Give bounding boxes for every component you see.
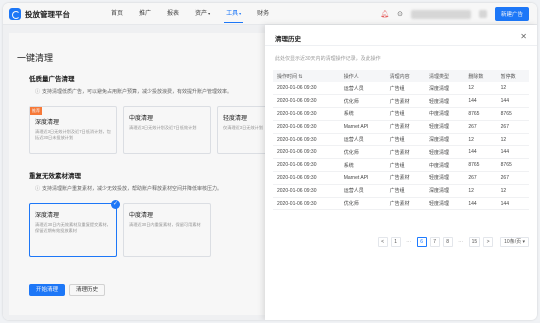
table-cell: 267 (496, 171, 529, 185)
table-cell: 8765 (496, 107, 529, 121)
table-cell: 2020-01-06 09:30 (273, 184, 340, 198)
table-cell: 广告素材 (385, 197, 425, 211)
table-header-row: 操作时间 ⇅ 操作人 清理内容 清理类型 删除数 暂停数 (273, 70, 529, 82)
table-row: 2020-01-06 09:30 系统 广告组 中度清理 8765 8765 (273, 158, 529, 173)
table-cell: 144 (496, 145, 529, 160)
prev-page-button[interactable]: < (377, 237, 388, 247)
column-header: 操作人 (339, 70, 386, 82)
table-cell: 12 (496, 184, 529, 198)
page-button[interactable]: 1 (390, 237, 401, 247)
page-size-select[interactable]: 10条/页 ▾ (500, 237, 529, 247)
table-cell: 优化师 (339, 197, 386, 211)
history-table-body: 2020-01-06 09:30 运营人员 广告组 深度清理 12 12 2020-01-0… (273, 82, 529, 211)
app-window: 投放管理平台 首页 推广 报表 资产▾ 工具▾ 财务 🔔︎ ⊙ 新建广告 一键清… (3, 3, 537, 320)
close-icon[interactable]: ✕ (520, 32, 527, 41)
table-cell: 轻度清理 (425, 94, 465, 109)
table-cell: 12 (496, 82, 529, 96)
page-ellipsis[interactable]: … (403, 237, 414, 247)
page-ellipsis[interactable]: … (455, 237, 466, 247)
table-cell: 267 (496, 120, 529, 134)
table-cell: 深度清理 (425, 184, 465, 198)
table-cell: 12 (464, 184, 497, 198)
table-cell: 中度清理 (425, 107, 465, 121)
table-cell: 系统 (339, 158, 386, 173)
table-cell: 优化师 (339, 94, 386, 109)
table-cell: Marnet API (339, 171, 386, 185)
table-row: 2020-01-06 09:30 系统 广告组 中度清理 8765 8765 (273, 107, 529, 121)
table-cell: 144 (496, 197, 529, 211)
column-header: 清理内容 (385, 70, 425, 82)
table-row: 2020-01-06 09:30 优化师 广告素材 轻度清理 144 144 (273, 197, 529, 211)
table-cell: 8765 (464, 158, 497, 173)
table-row: 2020-01-06 09:30 运营人员 广告组 深度清理 12 12 (273, 184, 529, 198)
table-cell: 轻度清理 (425, 171, 465, 185)
table-cell: 轻度清理 (425, 120, 465, 134)
column-header: 清理类型 (425, 70, 465, 82)
table-cell: 2020-01-06 09:30 (273, 107, 340, 121)
table-cell: 2020-01-06 09:30 (273, 158, 340, 173)
table-cell: 144 (464, 197, 497, 211)
table-cell: 轻度清理 (425, 145, 465, 160)
table-cell: 8765 (496, 158, 529, 173)
table-cell: 优化师 (339, 145, 386, 160)
table-cell: 系统 (339, 107, 386, 121)
table-row: 2020-01-06 09:30 Marnet API 广告素材 轻度清理 267 267 (273, 120, 529, 134)
table-cell: 12 (464, 82, 497, 96)
table-cell: 2020-01-06 09:30 (273, 197, 340, 211)
table-row: 2020-01-06 09:30 优化师 广告素材 轻度清理 144 144 (273, 94, 529, 109)
table-cell: 2020-01-06 09:30 (273, 94, 340, 109)
table-cell: 广告组 (385, 184, 425, 198)
column-header: 删除数 (464, 70, 497, 82)
table-cell: 2020-01-06 09:30 (273, 145, 340, 160)
table-cell: 267 (464, 171, 497, 185)
table-cell: 广告素材 (385, 145, 425, 160)
drawer-hint: 此处仅显示近30天内的清理操作记录，及此操作 (275, 56, 381, 62)
table-cell: 运营人员 (339, 184, 386, 198)
table-cell: 144 (496, 94, 529, 109)
page-button[interactable]: 8 (442, 237, 453, 247)
page-button[interactable]: 7 (429, 237, 440, 247)
table-cell: 2020-01-06 09:30 (273, 120, 340, 134)
table-cell: 广告组 (385, 82, 425, 96)
next-page-button[interactable]: > (483, 237, 494, 247)
table-cell: 运营人员 (339, 133, 386, 147)
table-cell: 中度清理 (425, 158, 465, 173)
table-cell: 144 (464, 94, 497, 109)
table-cell: 2020-01-06 09:30 (273, 171, 340, 185)
pagination: < 1 … 6 7 8 … 15 > 10条/页 ▾ (377, 237, 529, 247)
table-row: 2020-01-06 09:30 运营人员 广告组 深度清理 12 12 (273, 133, 529, 147)
drawer-title: 清理历史 (275, 36, 301, 43)
table-cell: 267 (464, 120, 497, 134)
history-table: 操作时间 ⇅ 操作人 清理内容 清理类型 删除数 暂停数 2020-01-06 … (273, 70, 529, 211)
table-cell: 轻度清理 (425, 197, 465, 211)
page-button-current[interactable]: 6 (416, 237, 427, 247)
table-cell: 广告组 (385, 107, 425, 121)
column-header: 暂停数 (496, 70, 529, 82)
table-cell: 144 (464, 145, 497, 160)
table-cell: 12 (464, 133, 497, 147)
table-cell: 广告组 (385, 133, 425, 147)
chevron-down-icon: ▾ (522, 239, 525, 245)
table-cell: 2020-01-06 09:30 (273, 82, 340, 96)
table-cell: 运营人员 (339, 82, 386, 96)
table-cell: Marnet API (339, 120, 386, 134)
divider (265, 45, 537, 46)
column-header[interactable]: 操作时间 ⇅ (273, 70, 340, 82)
table-cell: 广告素材 (385, 171, 425, 185)
table-row: 2020-01-06 09:30 Marnet API 广告素材 轻度清理 267 267 (273, 171, 529, 185)
table-cell: 2020-01-06 09:30 (273, 133, 340, 147)
table-row: 2020-01-06 09:30 运营人员 广告组 深度清理 12 12 (273, 82, 529, 96)
page-button[interactable]: 15 (468, 237, 481, 247)
table-cell: 深度清理 (425, 133, 465, 147)
table-cell: 广告素材 (385, 120, 425, 134)
history-drawer: 清理历史 ✕ 此处仅显示近30天内的清理操作记录，及此操作 操作时间 ⇅ 操作人… (265, 25, 537, 320)
table-row: 2020-01-06 09:30 优化师 广告素材 轻度清理 144 144 (273, 145, 529, 160)
table-cell: 12 (496, 133, 529, 147)
table-cell: 8765 (464, 107, 497, 121)
table-cell: 深度清理 (425, 82, 465, 96)
sort-icon[interactable]: ⇅ (298, 74, 302, 80)
table-cell: 广告组 (385, 158, 425, 173)
table-cell: 广告素材 (385, 94, 425, 109)
